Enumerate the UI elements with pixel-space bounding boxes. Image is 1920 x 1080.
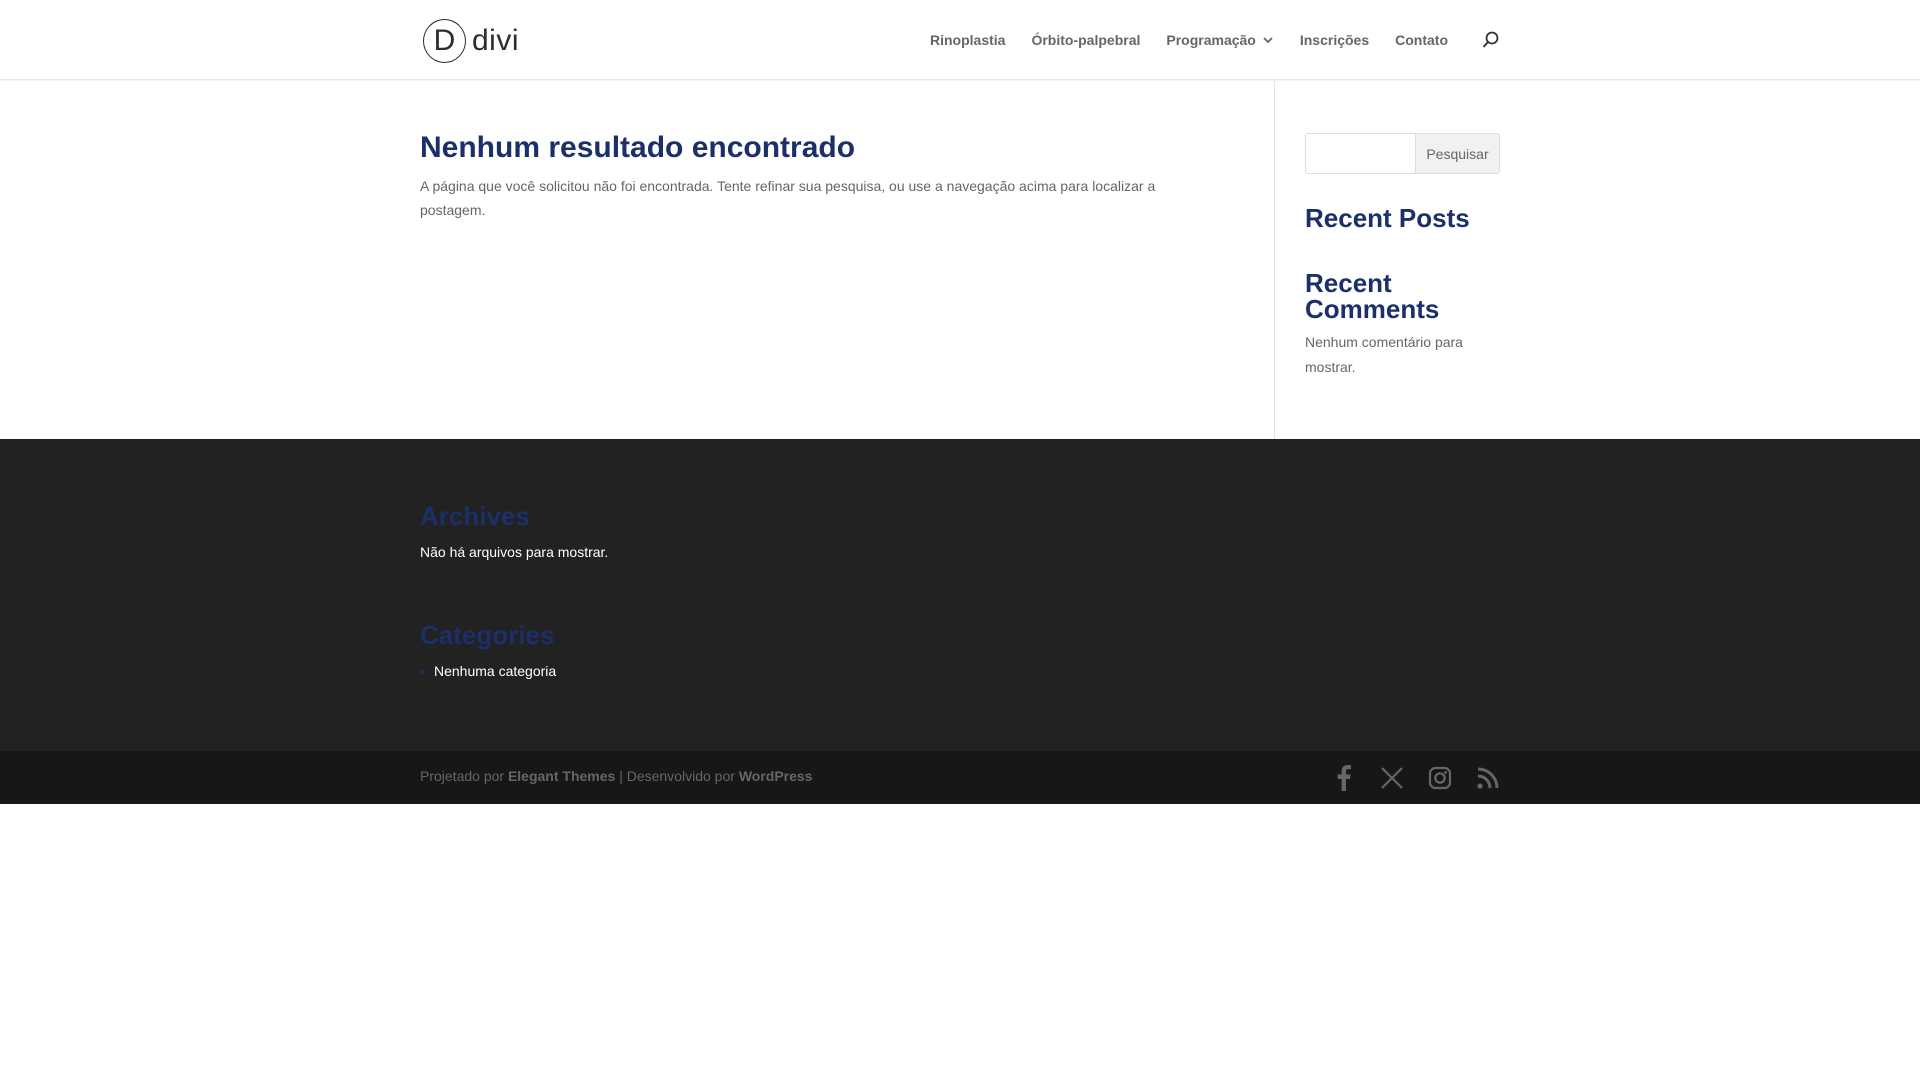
nav-item-label: Contato — [1395, 32, 1449, 48]
recent-comments-empty: Nenhum comentário para mostrar. — [1305, 334, 1463, 375]
nav-item-orbito-palpebral[interactable]: Órbito-palpebral — [1031, 32, 1140, 48]
site-header: D divi Rinoplastia Órbito-palpebral Prog… — [0, 0, 1920, 80]
nav-item-label: Rinoplastia — [930, 32, 1006, 48]
category-item: Nenhuma categoria — [420, 663, 556, 679]
nav-item-rinoplastia[interactable]: Rinoplastia — [930, 32, 1005, 48]
not-found-message: A página que você solicitou não foi enco… — [420, 178, 1156, 218]
site-footer: Archives Não há arquivos para mostrar. C… — [0, 439, 1920, 751]
rss-icon[interactable] — [1474, 764, 1502, 792]
main-nav: Rinoplastia Órbito-palpebral Programação… — [930, 30, 1474, 50]
search-input[interactable] — [1305, 133, 1415, 174]
instagram-icon[interactable] — [1426, 764, 1454, 792]
category-label: Nenhuma categoria — [434, 663, 557, 679]
recent-posts-heading: Recent Posts — [1305, 203, 1470, 233]
social-icons — [1330, 764, 1502, 792]
sidebar-divider — [1274, 81, 1275, 439]
nav-item-inscricoes[interactable]: Inscrições — [1300, 32, 1369, 48]
logo-word: divi — [471, 24, 519, 57]
logo-mark: D — [423, 19, 466, 63]
search-icon[interactable] — [1481, 30, 1501, 50]
main-area: Nenhum resultado encontrado A página que… — [0, 81, 1920, 439]
archives-empty: Não há arquivos para mostrar. — [420, 544, 609, 560]
credits-designed-by: Projetado por — [420, 768, 505, 784]
nav-item-label: Órbito-palpebral — [1031, 32, 1141, 48]
nav-item-programacao[interactable]: Programação — [1166, 32, 1273, 48]
archives-heading: Archives — [420, 501, 530, 531]
nav-item-label: Programação — [1166, 32, 1256, 48]
elegant-themes-link[interactable]: Elegant Themes — [508, 768, 615, 784]
sidebar-search: Pesquisar — [1305, 133, 1500, 174]
x-icon[interactable] — [1378, 764, 1406, 792]
wordpress-link[interactable]: WordPress — [739, 768, 813, 784]
site-logo[interactable]: D divi — [423, 18, 519, 64]
footer-bottom-bar: Projetado por Elegant Themes | Desenvolv… — [0, 751, 1920, 804]
chevron-down-icon — [1263, 37, 1273, 44]
categories-heading: Categories — [420, 620, 555, 650]
page-title: Nenhum resultado encontrado — [420, 131, 856, 164]
recent-comments-heading: Recent Comments — [1305, 268, 1440, 324]
credits-separator: | Desenvolvido por — [619, 768, 735, 784]
nav-item-label: Inscrições — [1299, 32, 1370, 48]
footer-credits: Projetado por Elegant Themes | Desenvolv… — [420, 768, 812, 784]
search-button[interactable]: Pesquisar — [1415, 133, 1500, 174]
facebook-icon[interactable] — [1330, 764, 1358, 792]
nav-item-contato[interactable]: Contato — [1395, 32, 1448, 48]
bullet — [420, 670, 424, 675]
